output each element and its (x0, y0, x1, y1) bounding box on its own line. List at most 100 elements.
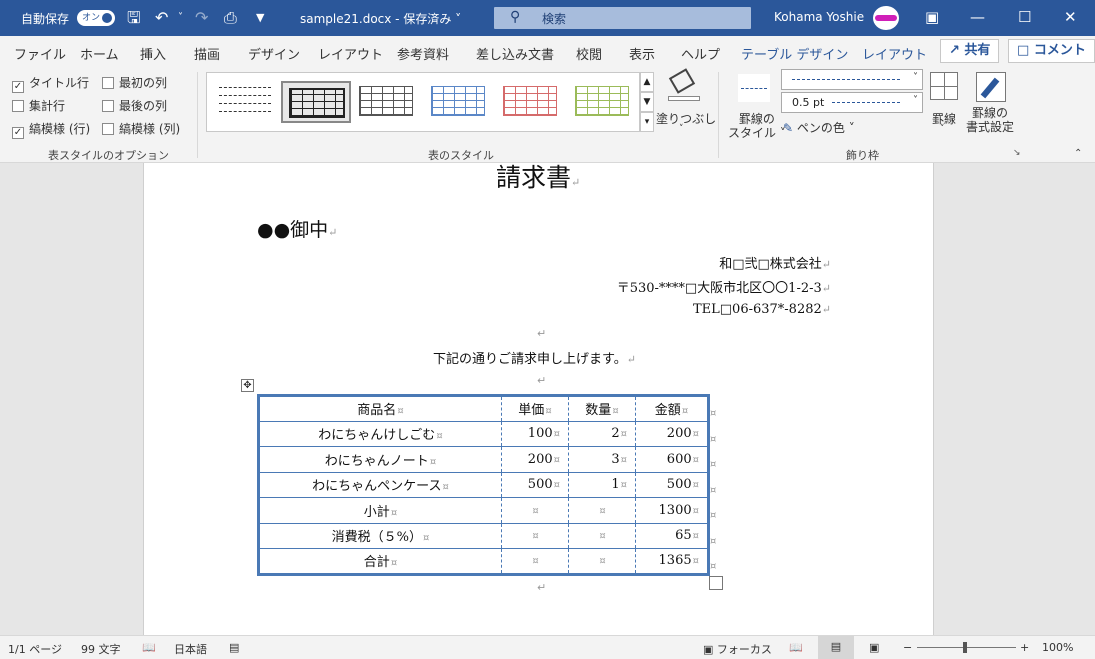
maximize-icon[interactable]: ☐ (1018, 8, 1031, 26)
border-painter-label[interactable]: 罫線の 書式設定 (966, 106, 1014, 134)
zoom-slider-thumb[interactable] (963, 642, 967, 653)
table-cell[interactable]: 合計¤ (258, 548, 502, 574)
table-cell[interactable]: ¤ (568, 548, 636, 574)
checkbox-total-row[interactable]: 集計行 (12, 97, 65, 114)
document-title[interactable]: sample21.docx - 保存済み ˅ (300, 10, 461, 27)
print-layout-icon[interactable]: ▤ (818, 636, 854, 659)
tab-draw[interactable]: 描画 (194, 44, 220, 63)
borders-icon[interactable] (930, 72, 958, 100)
table-cell[interactable]: 500¤ (501, 471, 569, 498)
table-cell[interactable]: ¤ (501, 522, 569, 549)
tab-mailings[interactable]: 差し込み文書 (476, 44, 554, 63)
close-icon[interactable]: ✕ (1064, 8, 1077, 26)
table-cell[interactable]: 200¤ (635, 420, 709, 447)
shading-label[interactable]: 塗りつぶし (656, 110, 716, 127)
table-cell[interactable]: 200¤ (501, 446, 569, 472)
web-layout-icon[interactable]: ▣ (869, 641, 879, 654)
word-count[interactable]: 99 文字 (81, 641, 121, 657)
table-cell[interactable]: 小計¤ (258, 497, 502, 523)
table-cell[interactable]: 100¤ (501, 420, 569, 447)
table-cell[interactable]: 65¤ (635, 522, 709, 549)
quick-print-icon[interactable]: ⎙ (224, 8, 237, 28)
table-cell[interactable]: わにちゃんけしごむ¤ (258, 420, 502, 447)
tab-help[interactable]: ヘルプ (681, 44, 720, 63)
tab-design[interactable]: デザイン (248, 44, 300, 63)
table-cell[interactable]: 商品名¤ (259, 396, 502, 422)
focus-button[interactable]: ▣ フォーカス (703, 641, 772, 657)
table-cell[interactable]: 1300¤ (635, 497, 709, 523)
proofing-icon[interactable]: 📖 (142, 641, 156, 654)
user-name[interactable]: Kohama Yoshie (774, 10, 864, 24)
table-cell[interactable]: 単価¤ (501, 395, 569, 421)
accessibility-icon[interactable]: ▤ (229, 641, 239, 654)
table-style-grid[interactable] (281, 81, 351, 123)
table-cell[interactable]: 3¤ (568, 446, 636, 472)
shading-dropdown-icon[interactable]: ˅ (679, 124, 684, 134)
redo-icon[interactable]: ↷ (195, 8, 208, 28)
share-button[interactable]: ↗ 共有 (940, 39, 1000, 63)
table-cell[interactable]: わにちゃんペンケース¤ (258, 471, 502, 498)
tab-references[interactable]: 参考資料 (397, 44, 449, 63)
tab-file[interactable]: ファイル (14, 44, 66, 63)
comment-button[interactable]: □ コメント (1008, 39, 1095, 63)
borders-dropdown-icon[interactable]: ˅ (940, 124, 945, 134)
checkbox-last-column[interactable]: 最後の列 (102, 97, 167, 114)
language[interactable]: 日本語 (174, 641, 207, 657)
table-cell[interactable]: わにちゃんノート¤ (258, 446, 502, 472)
table-cell[interactable]: 数量¤ (568, 395, 636, 421)
table-cell[interactable]: ¤ (501, 548, 569, 574)
table-style-blue[interactable] (429, 81, 489, 123)
table-style-red[interactable] (501, 81, 561, 123)
line-style-dropdown[interactable]: ˅ (781, 69, 923, 90)
tab-view[interactable]: 表示 (629, 44, 655, 63)
document-page[interactable]: 請求書↵ ●●御中↵ 和□弐□株式会社↵ 〒530-****□大阪市北区〇〇1-… (143, 163, 934, 635)
table-style-green[interactable] (573, 81, 633, 123)
borders-dialog-launcher-icon[interactable]: ↘ (1013, 148, 1021, 158)
undo-icon[interactable]: ↶ (155, 8, 168, 28)
border-styles-label[interactable]: 罫線の スタイル ˅ (728, 112, 786, 140)
tab-table-layout[interactable]: レイアウト (862, 44, 927, 63)
gallery-more-icon[interactable]: ▾ (640, 112, 654, 132)
customize-toolbar-icon[interactable]: ▼ (256, 8, 264, 28)
table-cell[interactable]: 500¤ (635, 471, 709, 498)
tab-insert[interactable]: 挿入 (140, 44, 166, 63)
table-style-plain[interactable] (213, 81, 271, 123)
tab-table-design[interactable]: テーブル デザイン (741, 44, 849, 69)
tab-layout[interactable]: レイアウト (318, 44, 383, 63)
search-box[interactable]: ⚲ 検索 (494, 7, 751, 29)
border-styles-icon[interactable] (738, 74, 770, 102)
line-weight-dropdown[interactable]: 0.5 pt ˅ (781, 92, 923, 113)
checkbox-header-row[interactable]: ✓ タイトル行 (12, 74, 89, 93)
avatar[interactable] (873, 6, 899, 30)
ribbon-display-icon[interactable]: ▣ (925, 8, 939, 26)
save-icon[interactable]: 🖫 (127, 8, 141, 28)
table-style-grid-light[interactable] (357, 81, 417, 123)
undo-dropdown-icon[interactable]: ˅ (178, 8, 183, 28)
zoom-in-icon[interactable]: + (1020, 641, 1029, 654)
table-cell[interactable]: 1¤ (568, 471, 636, 498)
table-resize-handle[interactable] (709, 576, 723, 590)
pen-color-button[interactable]: ✎ ペンの色 ˅ (783, 119, 855, 136)
shading-icon[interactable] (666, 68, 702, 102)
checkbox-banded-rows[interactable]: ✓ 縞模様 (行) (12, 120, 90, 139)
table-cell[interactable]: 消費税（５%）¤ (258, 522, 502, 549)
tab-review[interactable]: 校閲 (576, 44, 602, 63)
table-move-handle-icon[interactable]: ✥ (241, 379, 254, 392)
zoom-level[interactable]: 100% (1042, 641, 1073, 654)
checkbox-first-column[interactable]: 最初の列 (102, 74, 167, 91)
minimize-icon[interactable]: — (970, 8, 985, 26)
table-cell[interactable]: ¤ (501, 497, 569, 523)
page-count[interactable]: 1/1 ページ (8, 641, 62, 657)
table-cell[interactable]: 600¤ (635, 446, 709, 472)
gallery-up-icon[interactable]: ▲ (640, 72, 654, 92)
gallery-down-icon[interactable]: ▼ (640, 92, 654, 112)
table-cell[interactable]: 2¤ (568, 420, 636, 447)
table-cell[interactable]: 金額¤ (635, 395, 709, 421)
autosave-toggle[interactable]: オン (77, 10, 115, 26)
table-cell[interactable]: 1365¤ (635, 548, 709, 574)
zoom-out-icon[interactable]: − (903, 641, 912, 654)
tab-home[interactable]: ホーム (80, 44, 119, 63)
table-cell[interactable]: ¤ (568, 497, 636, 523)
collapse-ribbon-icon[interactable]: ⌃ (1074, 148, 1082, 159)
table-cell[interactable]: ¤ (568, 522, 636, 549)
